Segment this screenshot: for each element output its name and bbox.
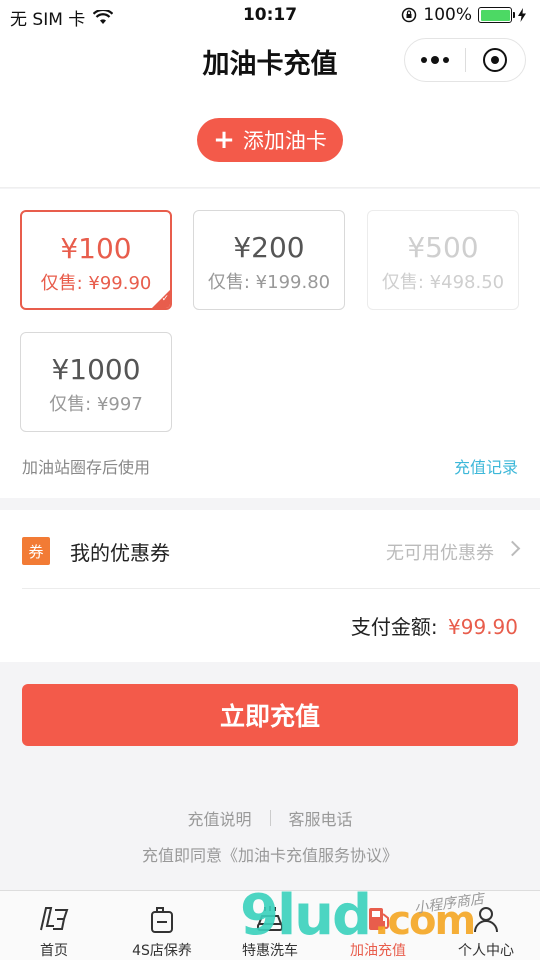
amount-card-100[interactable]: ¥100 仅售: ¥99.90: [20, 210, 172, 310]
card-amount: ¥200: [233, 231, 305, 264]
tab-label: 4S店保养: [132, 943, 192, 959]
more-dots-icon: [420, 56, 449, 64]
card-amount: ¥100: [60, 232, 132, 265]
recharge-now-button[interactable]: 立即充值: [22, 684, 518, 746]
coupon-icon: 券: [22, 537, 50, 565]
watermark-main: 9lud: [240, 883, 372, 948]
plus-icon: +: [213, 125, 235, 155]
mini-program-capsule: [404, 38, 526, 82]
coupon-payment-section: 券 我的优惠券 无可用优惠券 支付金额: ¥99.90: [0, 510, 540, 662]
card-price: 仅售: ¥199.80: [207, 272, 331, 293]
tab-4s-maintenance[interactable]: 4S店保养: [108, 891, 216, 960]
charging-icon: [518, 8, 526, 22]
card-price: 仅售: ¥99.90: [40, 273, 152, 294]
target-icon: [483, 48, 508, 72]
more-menu-button[interactable]: [405, 39, 465, 81]
amount-card-1000[interactable]: ¥1000 仅售: ¥997: [20, 332, 172, 432]
status-bar: 无 SIM 卡 10:17 100%: [0, 0, 540, 32]
usage-note: 加油站圈存后使用: [22, 458, 151, 477]
card-amount: ¥500: [407, 231, 479, 264]
card-amount: ¥1000: [51, 353, 141, 386]
amount-selection: ¥100 仅售: ¥99.90 ¥200 仅售: ¥199.80 ¥500 仅售…: [0, 189, 540, 498]
battery-percent: 100%: [423, 5, 472, 25]
rotation-lock-icon: [402, 7, 417, 23]
footer-links: 充值说明 客服电话 充值即同意《加油卡充值服务协议》: [0, 806, 540, 866]
close-mini-program-button[interactable]: [466, 39, 526, 81]
battery-icon: [478, 7, 515, 23]
customer-service-link[interactable]: 客服电话: [289, 806, 353, 830]
card-price: 仅售: ¥498.50: [381, 272, 505, 293]
status-right: 100%: [401, 5, 526, 25]
amount-card-200[interactable]: ¥200 仅售: ¥199.80: [193, 210, 345, 310]
coupon-row[interactable]: 券 我的优惠券 无可用优惠券: [0, 510, 540, 588]
selected-check-icon: [152, 290, 170, 308]
tab-home[interactable]: 首页: [0, 891, 108, 960]
navigation-bar: 加油卡充值: [0, 32, 540, 90]
logo-icon: [37, 903, 71, 934]
divider: [22, 588, 540, 589]
agreement-link[interactable]: 充值即同意《加油卡充值服务协议》: [0, 842, 540, 866]
coupon-label: 我的优惠券: [70, 541, 170, 565]
add-card-section: + 添加油卡: [0, 90, 540, 188]
payment-value: ¥99.90: [448, 615, 518, 639]
tab-label: 首页: [40, 943, 68, 959]
coupon-status: 无可用优惠券: [386, 543, 494, 564]
oil-can-icon: [145, 903, 179, 934]
payment-amount: 支付金额: ¥99.90: [351, 611, 518, 640]
recharge-instructions-link[interactable]: 充值说明: [187, 806, 251, 830]
payment-label: 支付金额:: [350, 615, 438, 639]
add-fuel-card-button[interactable]: + 添加油卡: [197, 118, 343, 162]
add-fuel-card-label: 添加油卡: [242, 129, 327, 153]
link-separator: [269, 810, 271, 826]
recharge-record-link[interactable]: 充值记录: [454, 454, 518, 478]
chevron-right-icon: [504, 540, 521, 557]
amount-card-500: ¥500 仅售: ¥498.50: [367, 210, 519, 310]
card-price: 仅售: ¥997: [49, 394, 143, 415]
